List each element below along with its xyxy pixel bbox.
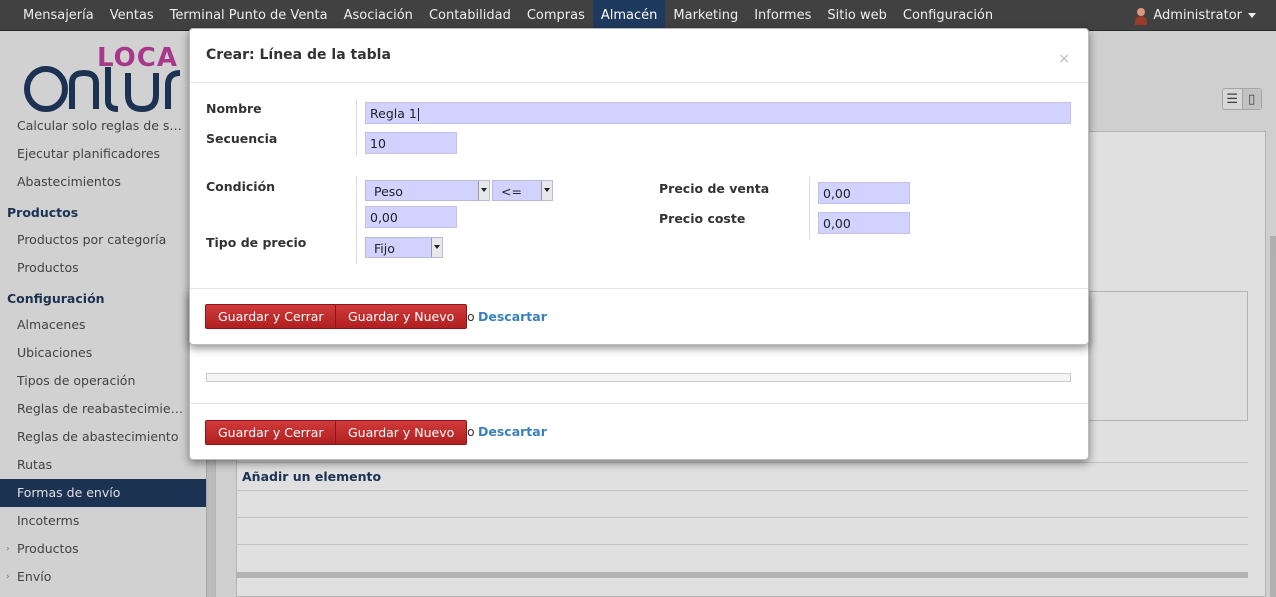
user-menu[interactable]: Administrator <box>1135 0 1256 31</box>
discard-link[interactable]: Descartar <box>478 424 547 439</box>
tipo-precio-select[interactable]: Fijo <box>365 237 443 258</box>
menu-contabilidad[interactable]: Contabilidad <box>421 0 519 31</box>
save-new-button[interactable]: Guardar y Nuevo <box>335 304 468 329</box>
precio-venta-label: Precio de venta <box>659 181 770 196</box>
or-text: o <box>467 309 475 324</box>
condicion-operator-select[interactable]: <= <box>492 180 553 201</box>
top-navbar: Mensajería Ventas Terminal Punto de Vent… <box>0 0 1276 31</box>
condicion-label: Condición <box>206 179 276 194</box>
chevron-down-icon <box>478 181 489 200</box>
menu-configuracion[interactable]: Configuración <box>895 0 1001 31</box>
chevron-down-icon <box>541 181 552 200</box>
user-avatar-icon <box>1135 7 1148 25</box>
main-menu: Mensajería Ventas Terminal Punto de Vent… <box>15 0 1001 31</box>
close-icon[interactable]: × <box>1058 51 1070 67</box>
user-name: Administrator <box>1153 8 1242 23</box>
menu-sitio-web[interactable]: Sitio web <box>819 0 895 31</box>
menu-ventas[interactable]: Ventas <box>102 0 162 31</box>
or-text: o <box>467 424 475 439</box>
secuencia-label: Secuencia <box>206 131 278 146</box>
menu-almacen[interactable]: Almacén <box>592 0 666 31</box>
save-new-button[interactable]: Guardar y Nuevo <box>335 420 468 445</box>
dialog-footer: Guardar y Cerrar Guardar y Nuevo o Desca… <box>190 288 1088 345</box>
nombre-value: Regla 1 <box>370 106 417 121</box>
save-close-button[interactable]: Guardar y Cerrar <box>205 304 337 329</box>
condicion-variable-select[interactable]: Peso <box>365 180 490 201</box>
tipo-precio-value: Fijo <box>374 241 395 256</box>
menu-compras[interactable]: Compras <box>519 0 593 31</box>
dialog-header: Crear: Línea de la tabla × <box>190 29 1088 83</box>
condicion-operator-value: <= <box>501 184 522 199</box>
save-close-button[interactable]: Guardar y Cerrar <box>205 420 337 445</box>
create-table-line-dialog: Crear: Línea de la tabla × Nombre Secuen… <box>189 28 1089 345</box>
menu-asociacion[interactable]: Asociación <box>336 0 421 31</box>
menu-marketing[interactable]: Marketing <box>665 0 746 31</box>
tipo-precio-label: Tipo de precio <box>206 235 307 250</box>
parent-dialog-footer: Guardar y Cerrar Guardar y Nuevo o Desca… <box>190 403 1088 461</box>
chevron-down-icon <box>1248 13 1256 18</box>
nombre-label: Nombre <box>206 101 262 116</box>
menu-mensajeria[interactable]: Mensajería <box>15 0 102 31</box>
precio-venta-input[interactable]: 0,00 <box>818 182 910 204</box>
text-cursor <box>417 108 419 121</box>
menu-tpv[interactable]: Terminal Punto de Venta <box>162 0 336 31</box>
secuencia-input[interactable]: 10 <box>365 132 457 154</box>
label-separator <box>356 99 357 156</box>
chevron-down-icon <box>431 238 442 257</box>
nombre-input[interactable]: Regla 1 <box>365 102 1071 124</box>
label-separator <box>809 177 810 239</box>
condicion-variable-value: Peso <box>374 184 403 199</box>
condicion-value-input[interactable]: 0,00 <box>365 206 457 228</box>
label-separator <box>356 176 357 264</box>
parent-dialog-table <box>206 373 1071 382</box>
precio-coste-input[interactable]: 0,00 <box>818 212 910 234</box>
dialog-title: Crear: Línea de la tabla <box>206 47 391 63</box>
precio-coste-label: Precio coste <box>659 211 746 226</box>
menu-informes[interactable]: Informes <box>746 0 819 31</box>
discard-link[interactable]: Descartar <box>478 309 547 324</box>
